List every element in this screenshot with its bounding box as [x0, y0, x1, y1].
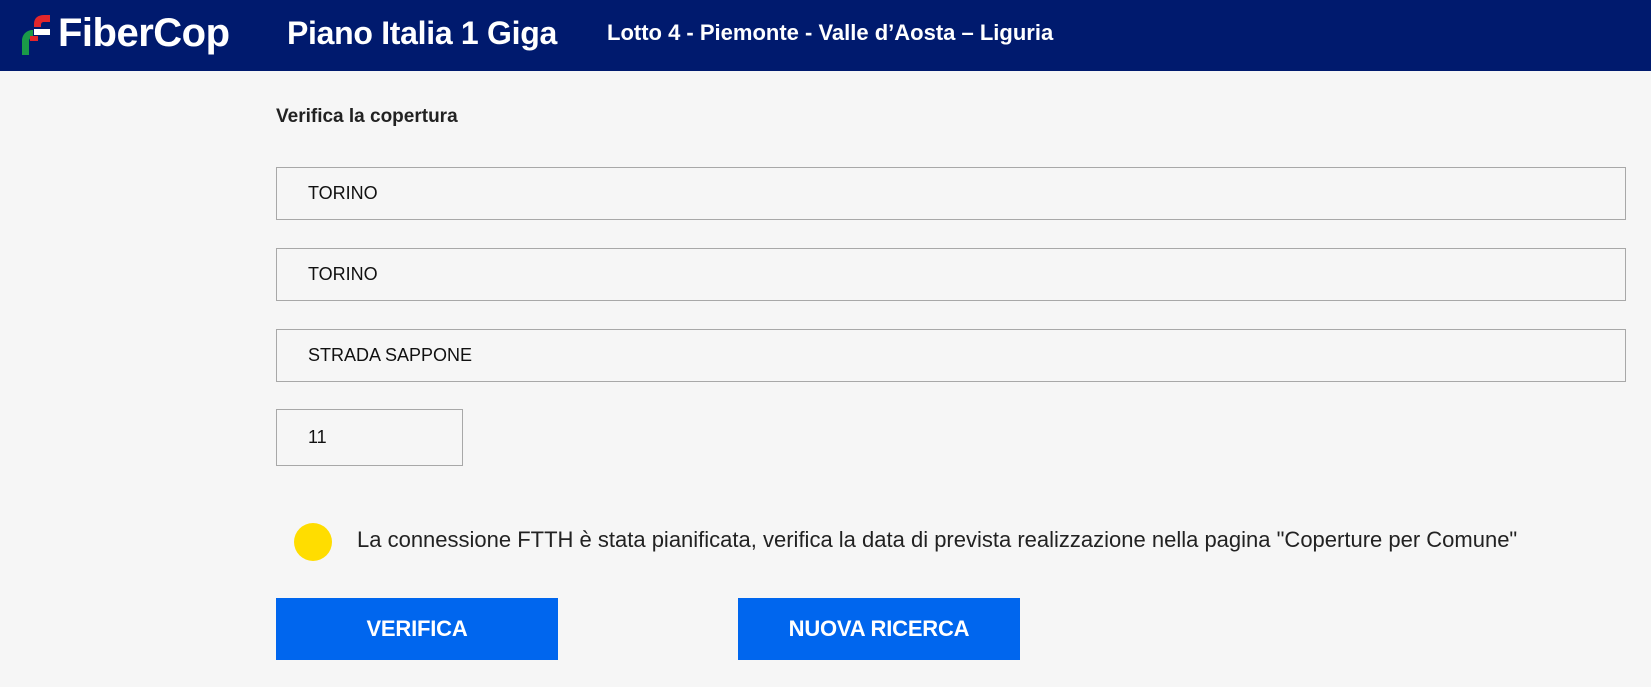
top-header-bar: FiberCop Piano Italia 1 Giga Lotto 4 - P… — [0, 0, 1651, 71]
logo-text: FiberCop — [58, 11, 230, 55]
coverage-status — [294, 522, 332, 562]
provincia-field[interactable] — [276, 167, 1626, 220]
lot-title: Lotto 4 - Piemonte - Valle d’Aosta – Lig… — [607, 20, 1054, 45]
status-message: La connessione FTTH è stata pianificata,… — [357, 527, 1518, 552]
status-indicator-icon — [294, 523, 332, 561]
fibercop-logo[interactable]: FiberCop — [18, 10, 230, 56]
civico-field[interactable] — [276, 409, 463, 466]
app-title: Piano Italia 1 Giga — [287, 15, 557, 51]
section-title: Verifica la copertura — [276, 106, 458, 127]
indirizzo-field[interactable] — [276, 329, 1626, 382]
nuova-ricerca-button[interactable]: NUOVA RICERCA — [738, 598, 1020, 660]
comune-field[interactable] — [276, 248, 1626, 301]
verifica-button[interactable]: VERIFICA — [276, 598, 558, 660]
fibercop-logo-icon — [22, 15, 50, 55]
